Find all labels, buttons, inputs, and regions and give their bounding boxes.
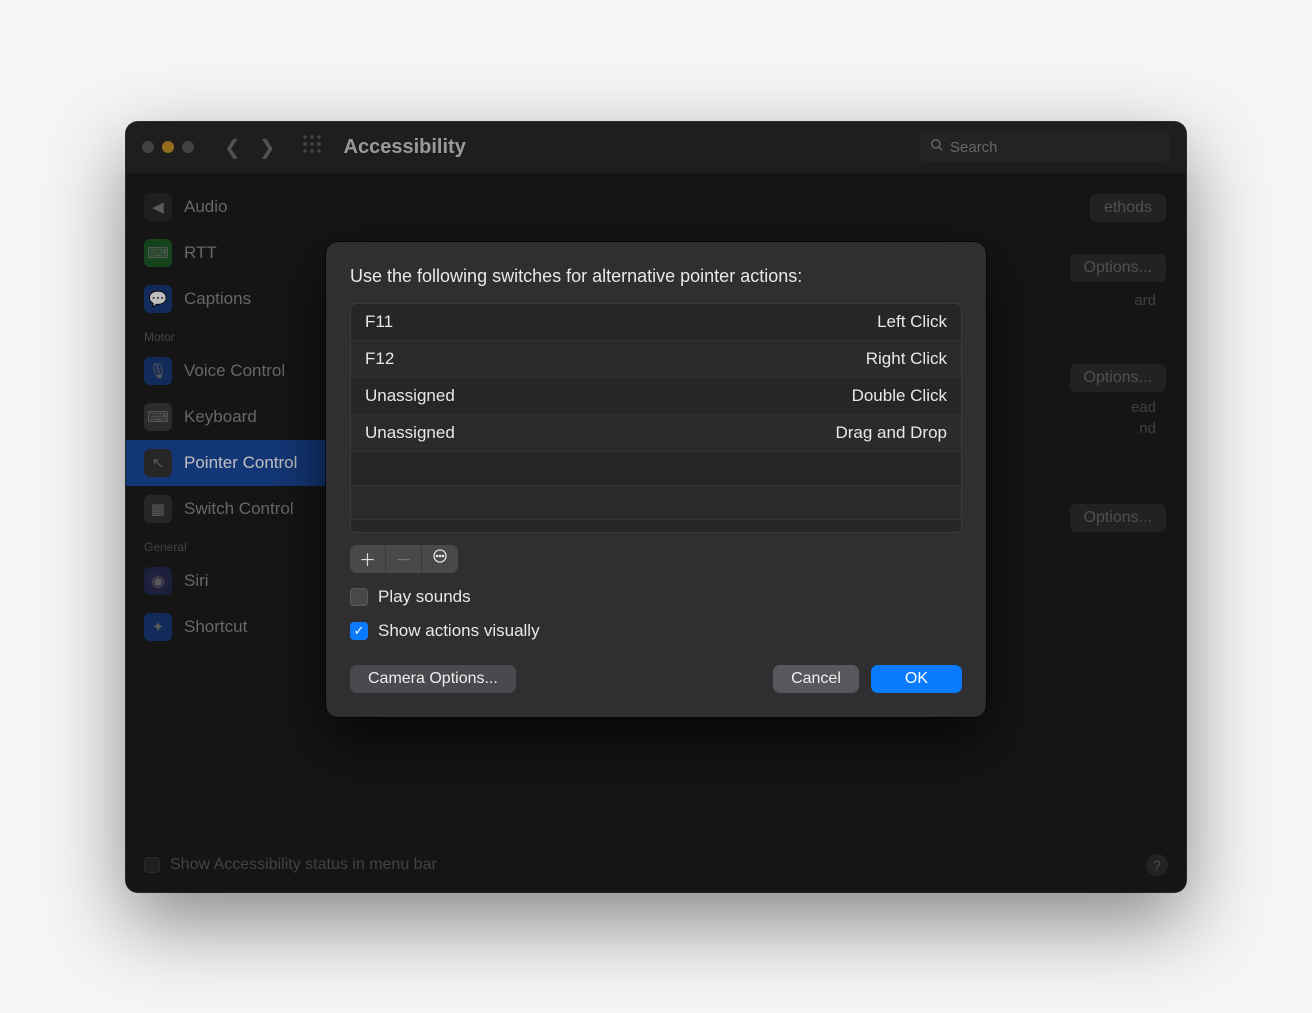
sidebar-item-label: RTT <box>184 243 217 263</box>
shortcut-icon: ✦ <box>144 613 172 641</box>
sidebar-item-label: Captions <box>184 289 251 309</box>
sidebar-item-label: Keyboard <box>184 407 257 427</box>
plus-icon: ＋ <box>359 546 376 571</box>
switch-key: Unassigned <box>365 386 455 406</box>
help-button[interactable]: ? <box>1146 854 1168 876</box>
menubar-status-label: Show Accessibility status in menu bar <box>170 856 437 874</box>
voice-control-icon: 🎙 <box>144 357 172 385</box>
sidebar-item-siri[interactable]: ◉ Siri <box>126 558 326 604</box>
sidebar: ◀︎ Audio ⌨︎ RTT 💬 Captions Motor 🎙 Voice… <box>126 174 326 892</box>
preferences-window: ❮ ❯ Accessibility ◀︎ Audio ⌨︎ RTT <box>126 122 1186 892</box>
sidebar-item-shortcut[interactable]: ✦ Shortcut <box>126 604 326 650</box>
back-button[interactable]: ❮ <box>224 135 241 160</box>
table-row[interactable]: F11 Left Click <box>351 304 961 341</box>
switches-table: F11 Left Click F12 Right Click Unassigne… <box>350 303 962 533</box>
play-sounds-label: Play sounds <box>378 587 471 607</box>
switch-key: F12 <box>365 349 394 369</box>
bg-text-ard: ard <box>1134 292 1156 309</box>
table-row[interactable]: F12 Right Click <box>351 341 961 378</box>
alternative-pointer-actions-sheet: Use the following switches for alternati… <box>326 242 986 717</box>
audio-icon: ◀︎ <box>144 193 172 221</box>
search-field[interactable] <box>920 132 1170 162</box>
play-sounds-checkbox[interactable] <box>350 588 368 606</box>
sidebar-item-label: Pointer Control <box>184 453 297 473</box>
ellipsis-icon <box>432 548 448 569</box>
sheet-buttons: Camera Options... Cancel OK <box>350 665 962 693</box>
close-window-button[interactable] <box>142 141 154 153</box>
search-icon <box>930 138 944 157</box>
ok-button[interactable]: OK <box>871 665 962 693</box>
search-input[interactable] <box>950 139 1160 156</box>
sidebar-item-label: Shortcut <box>184 617 247 637</box>
switch-options-button[interactable] <box>422 545 458 573</box>
bg-options-button-2[interactable]: Options... <box>1070 364 1166 392</box>
switch-action: Drag and Drop <box>835 423 947 443</box>
pointer-icon: ↖︎ <box>144 449 172 477</box>
sidebar-item-label: Voice Control <box>184 361 285 381</box>
table-action-buttons: ＋ － <box>350 545 458 573</box>
show-actions-checkbox[interactable]: ✓ <box>350 622 368 640</box>
sidebar-item-captions[interactable]: 💬 Captions <box>126 276 326 322</box>
table-row[interactable]: Unassigned Double Click <box>351 378 961 415</box>
show-actions-label: Show actions visually <box>378 621 540 641</box>
nav-arrows: ❮ ❯ <box>224 135 276 160</box>
switch-action: Left Click <box>877 312 947 332</box>
menubar-status-checkbox[interactable] <box>144 857 160 873</box>
switch-key: F11 <box>365 312 393 332</box>
minus-icon: － <box>395 546 412 571</box>
camera-options-button[interactable]: Camera Options... <box>350 665 516 693</box>
footer: Show Accessibility status in menu bar ? <box>144 854 1168 876</box>
toolbar: ❮ ❯ Accessibility <box>126 122 1186 174</box>
sidebar-item-label: Switch Control <box>184 499 294 519</box>
window-title: Accessibility <box>344 136 466 159</box>
remove-switch-button[interactable]: － <box>386 545 422 573</box>
table-row-empty <box>351 452 961 486</box>
add-switch-button[interactable]: ＋ <box>350 545 386 573</box>
table-row[interactable]: Unassigned Drag and Drop <box>351 415 961 452</box>
rtt-icon: ⌨︎ <box>144 239 172 267</box>
bg-text-nd: nd <box>1139 420 1156 437</box>
keyboard-icon: ⌨︎ <box>144 403 172 431</box>
sheet-heading: Use the following switches for alternati… <box>350 266 962 287</box>
sidebar-item-label: Audio <box>184 197 227 217</box>
sidebar-item-audio[interactable]: ◀︎ Audio <box>126 184 326 230</box>
show-actions-row: ✓ Show actions visually <box>350 621 962 641</box>
show-all-icon[interactable] <box>302 134 322 160</box>
sidebar-item-voice-control[interactable]: 🎙 Voice Control <box>126 348 326 394</box>
switch-action: Double Click <box>852 386 947 406</box>
forward-button[interactable]: ❯ <box>259 135 276 160</box>
table-row-empty <box>351 486 961 520</box>
window-controls <box>142 141 194 153</box>
sidebar-item-pointer-control[interactable]: ↖︎ Pointer Control <box>126 440 326 486</box>
cancel-button[interactable]: Cancel <box>773 665 859 693</box>
maximize-window-button[interactable] <box>182 141 194 153</box>
captions-icon: 💬 <box>144 285 172 313</box>
sidebar-item-switch-control[interactable]: ▦ Switch Control <box>126 486 326 532</box>
bg-text-ead: ead <box>1131 399 1156 416</box>
switch-key: Unassigned <box>365 423 455 443</box>
sidebar-item-keyboard[interactable]: ⌨︎ Keyboard <box>126 394 326 440</box>
sidebar-item-rtt[interactable]: ⌨︎ RTT <box>126 230 326 276</box>
minimize-window-button[interactable] <box>162 141 174 153</box>
bg-options-button-1[interactable]: Options... <box>1070 254 1166 282</box>
sidebar-item-label: Siri <box>184 571 209 591</box>
siri-icon: ◉ <box>144 567 172 595</box>
bg-methods-button[interactable]: ethods <box>1090 194 1166 222</box>
section-label-general: General <box>126 532 326 558</box>
bg-options-button-3[interactable]: Options... <box>1070 504 1166 532</box>
play-sounds-row: Play sounds <box>350 587 962 607</box>
switch-control-icon: ▦ <box>144 495 172 523</box>
section-label-motor: Motor <box>126 322 326 348</box>
switch-action: Right Click <box>866 349 947 369</box>
